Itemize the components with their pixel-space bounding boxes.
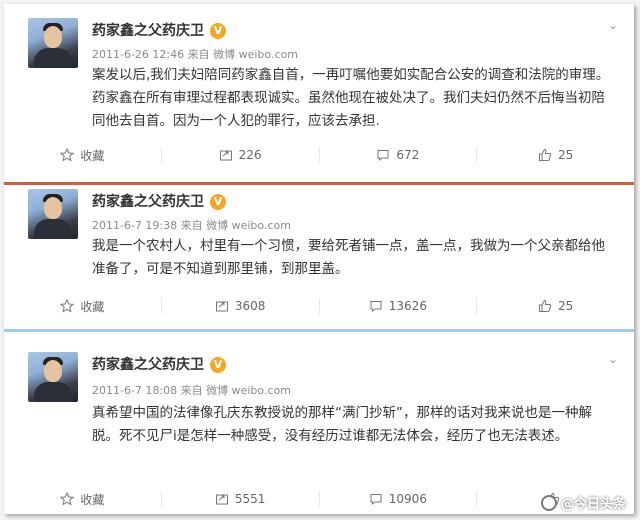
comment-count: 13626 <box>388 299 427 313</box>
comment-icon <box>370 494 382 506</box>
repost-count: 3608 <box>234 299 266 313</box>
verified-icon: V <box>210 194 226 210</box>
author-name[interactable]: 药家鑫之父药庆卫 V <box>92 20 226 40</box>
watermark-text: @今日头条 <box>560 497 626 512</box>
comment-count: 672 <box>396 148 420 162</box>
author-link[interactable]: 药家鑫之父药庆卫 <box>92 194 204 210</box>
chevron-down-icon[interactable]: ⌄ <box>608 352 618 366</box>
action-bar: 收藏 226 672 25 <box>4 140 634 170</box>
favorite-button[interactable]: 收藏 <box>4 298 162 314</box>
like-button[interactable]: 25 <box>477 147 634 163</box>
thumbs-up-icon <box>538 299 552 312</box>
repost-count: 226 <box>238 148 262 162</box>
like-count: 25 <box>557 148 574 162</box>
action-bar: 收藏 3608 13626 25 <box>4 291 634 321</box>
author-link[interactable]: 药家鑫之父药庆卫 <box>92 357 204 373</box>
comment-icon <box>370 301 382 313</box>
post-text: 案发以后,我们夫妇陪同药家鑫自首，一再叮嘱他要如实配合公安的调查和法院的审理。药… <box>92 67 610 129</box>
avatar[interactable] <box>28 189 78 239</box>
comment-button[interactable]: 672 <box>320 147 478 163</box>
weibo-post: 药家鑫之父药庆卫 V 2011-6-7 19:38 来自 微博 weibo.com… <box>4 185 634 330</box>
star-icon <box>60 299 75 313</box>
like-button[interactable]: 25 <box>477 298 634 314</box>
post-meta: 2011-6-26 12:46 来自 微博 weibo.com <box>92 48 298 61</box>
weibo-post: 药家鑫之父药庆卫 V ⌄ 2011-6-26 12:46 来自 微博 weibo.… <box>4 4 634 183</box>
favorite-button[interactable]: 收藏 <box>4 491 162 507</box>
repost-button[interactable]: 5551 <box>162 491 320 507</box>
comment-icon <box>377 150 389 162</box>
action-bar: 收藏 5551 10906 <box>4 484 634 514</box>
author-name[interactable]: 药家鑫之父药庆卫 V <box>92 191 226 211</box>
comment-button[interactable]: 10906 <box>320 491 478 507</box>
repost-icon <box>215 301 228 312</box>
toutiao-logo-icon <box>540 494 557 511</box>
post-meta: 2011-6-7 19:38 来自 微博 weibo.com <box>92 219 291 232</box>
favorite-button[interactable]: 收藏 <box>4 147 162 163</box>
post-meta: 2011-6-7 18:08 来自 微博 weibo.com <box>92 384 291 397</box>
like-count: 25 <box>557 299 574 313</box>
thumbs-up-icon <box>538 148 552 161</box>
favorite-label: 收藏 <box>80 148 105 163</box>
repost-count: 5551 <box>234 492 266 506</box>
star-icon <box>60 492 75 506</box>
author-link[interactable]: 药家鑫之父药庆卫 <box>92 23 204 39</box>
screenshot-frame: 药家鑫之父药庆卫 V ⌄ 2011-6-26 12:46 来自 微博 weibo.… <box>4 4 634 514</box>
favorite-label: 收藏 <box>80 299 105 314</box>
comment-button[interactable]: 13626 <box>320 298 478 314</box>
repost-icon <box>219 150 232 161</box>
verified-icon: V <box>210 357 226 373</box>
repost-button[interactable]: 226 <box>162 147 320 163</box>
verified-icon: V <box>210 23 226 39</box>
repost-button[interactable]: 3608 <box>162 298 320 314</box>
star-icon <box>60 148 75 162</box>
post-text: 真希望中国的法律像孔庆东教授说的那样“满门抄斩”，那样的话对我来说也是一种解脱。… <box>92 405 592 444</box>
repost-icon <box>215 494 228 505</box>
chevron-down-icon[interactable]: ⌄ <box>608 18 618 32</box>
avatar[interactable] <box>28 352 78 402</box>
post-text: 我是一个农村人，村里有一个习惯，要给死者铺一点，盖一点，我做为一个父亲都给他准备… <box>92 238 605 277</box>
avatar[interactable] <box>28 18 78 68</box>
comment-count: 10906 <box>388 492 427 506</box>
weibo-post: 药家鑫之父药庆卫 V ⌄ 2011-6-7 18:08 来自 微博 weibo.c… <box>4 332 634 514</box>
watermark: @今日头条 <box>540 493 626 512</box>
favorite-label: 收藏 <box>80 492 105 507</box>
author-name[interactable]: 药家鑫之父药庆卫 V <box>92 354 226 374</box>
